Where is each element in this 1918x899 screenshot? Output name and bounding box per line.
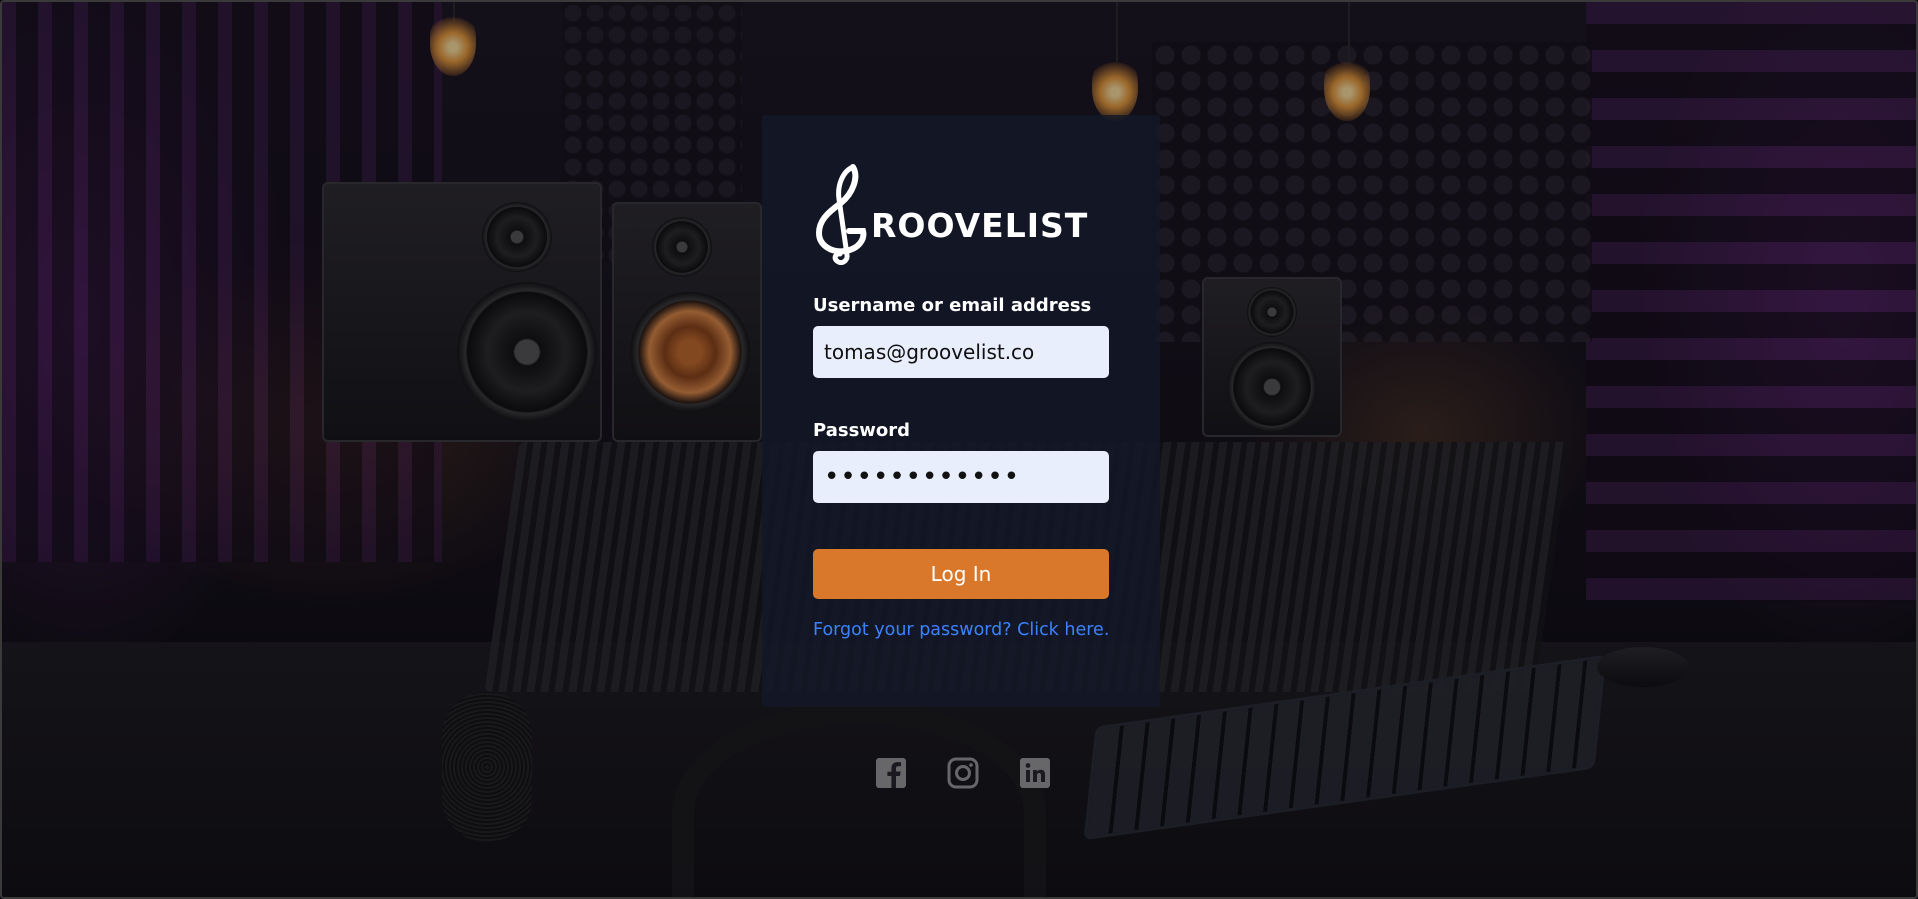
linkedin-icon[interactable] [1019, 757, 1051, 789]
username-input[interactable] [813, 326, 1109, 378]
brand-logo: ROOVELIST [813, 163, 1109, 265]
login-card: ROOVELIST Username or email address Pass… [762, 115, 1160, 707]
treble-clef-g-icon [815, 164, 867, 265]
password-group: Password [813, 420, 1109, 503]
instagram-icon[interactable] [947, 757, 979, 789]
facebook-icon[interactable] [875, 757, 907, 789]
password-label: Password [813, 420, 911, 441]
password-input[interactable] [813, 451, 1109, 503]
forgot-password-link[interactable]: Forgot your password? Click here. [813, 620, 1109, 640]
login-button[interactable]: Log In [813, 549, 1109, 599]
username-group: Username or email address [813, 295, 1109, 378]
brand-wordmark: ROOVELIST [871, 206, 1089, 245]
social-links [875, 757, 1051, 789]
login-page: ROOVELIST Username or email address Pass… [0, 0, 1918, 899]
username-label: Username or email address [813, 295, 1092, 316]
